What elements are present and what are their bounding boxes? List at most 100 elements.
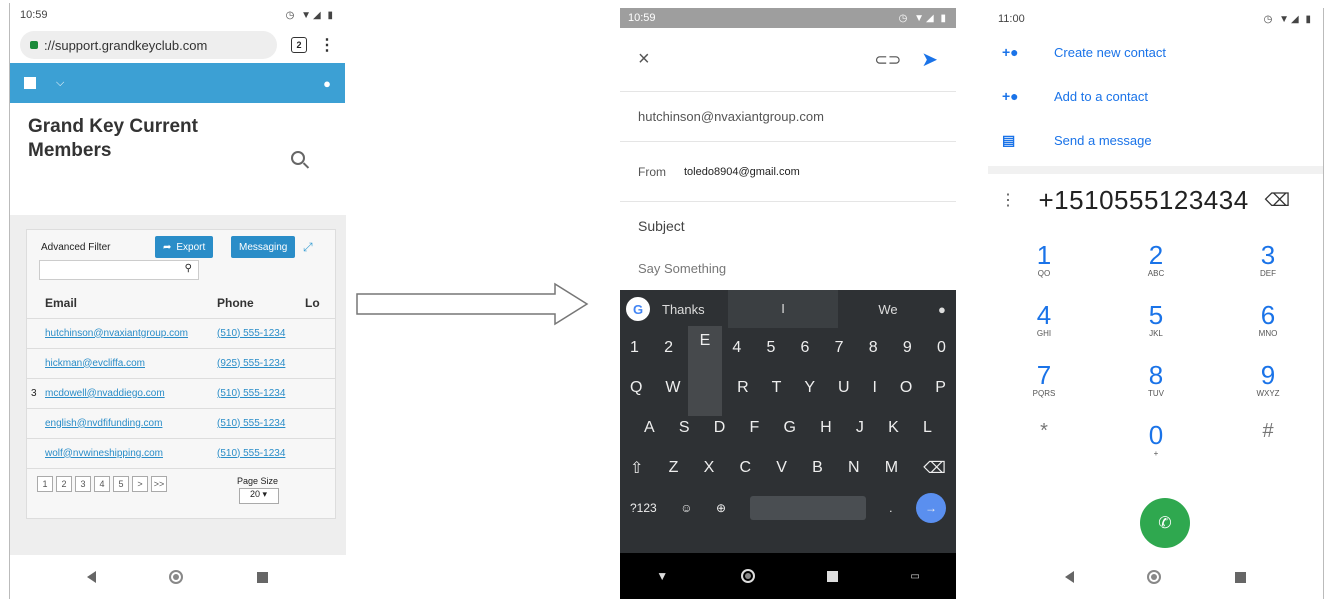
key[interactable]: K <box>888 419 899 437</box>
call-button[interactable]: ✆ <box>1140 498 1190 548</box>
send-icon[interactable]: ➤ <box>921 47 938 72</box>
page-button[interactable]: 5 <box>113 476 129 492</box>
symbols-key[interactable]: ?123 <box>630 501 657 515</box>
key[interactable]: A <box>644 419 655 437</box>
phone-link[interactable]: (510) 555-1234 <box>213 318 301 349</box>
close-icon[interactable]: × <box>638 48 650 71</box>
key[interactable]: 9 <box>903 339 912 357</box>
page-button[interactable]: 4 <box>94 476 110 492</box>
key[interactable]: T <box>772 379 782 397</box>
emoji-key[interactable]: ☺ <box>680 501 692 515</box>
home-icon[interactable] <box>169 570 184 584</box>
key[interactable]: X <box>704 459 715 477</box>
dial-key[interactable]: 4 GHI <box>988 300 1100 360</box>
email-link[interactable]: hutchinson@nvaxiantgroup.com <box>41 318 213 349</box>
home-icon[interactable] <box>740 569 755 583</box>
chevron-down-icon[interactable]: ⌵ <box>56 77 64 90</box>
delete-key[interactable]: ⌫ <box>923 458 946 478</box>
key[interactable]: I <box>872 379 876 397</box>
dial-key[interactable]: 0 + <box>1100 420 1212 480</box>
dial-key[interactable]: 3 DEF <box>1212 240 1324 300</box>
back-icon[interactable] <box>86 571 96 583</box>
key[interactable]: C <box>739 459 751 477</box>
enter-key[interactable]: → <box>915 493 946 523</box>
export-button[interactable]: ➦ Export <box>155 236 214 258</box>
keyboard-switch-icon[interactable]: ▭ <box>910 571 919 582</box>
key[interactable]: M <box>885 459 898 477</box>
dial-key[interactable]: 2 ABC <box>1100 240 1212 300</box>
filter-input[interactable]: ⚲ <box>39 260 199 280</box>
key[interactable]: H <box>820 419 832 437</box>
grid-icon[interactable] <box>24 77 36 89</box>
page-button[interactable]: 1 <box>37 476 53 492</box>
key[interactable]: 1 <box>630 339 639 357</box>
suggestion[interactable]: We <box>838 302 938 317</box>
back-icon[interactable] <box>1064 571 1074 583</box>
email-link[interactable]: english@nvdfifunding.com <box>41 408 213 439</box>
dial-key[interactable]: 5 JKL <box>1100 300 1212 360</box>
number-display[interactable]: ⋮ +1510555123434 ⌫ <box>988 174 1323 226</box>
key[interactable]: 4 <box>732 339 741 357</box>
key[interactable]: J <box>856 419 864 437</box>
key[interactable]: L <box>923 419 932 437</box>
expand-icon[interactable]: ⤢ <box>303 240 313 255</box>
create-contact-item[interactable]: +● Create new contact <box>988 30 1323 74</box>
more-menu-icon[interactable]: ⋮ <box>1000 190 1017 210</box>
body-field[interactable]: Say Something <box>620 250 956 286</box>
mic-icon[interactable]: ● <box>938 302 946 317</box>
phone-link[interactable]: (510) 555-1234 <box>213 378 301 409</box>
phone-link[interactable]: (925) 555-1234 <box>213 348 301 379</box>
dial-key[interactable]: 7 PQRS <box>988 360 1100 420</box>
subject-field[interactable]: Subject <box>620 202 956 250</box>
dial-key[interactable]: 1 QO <box>988 240 1100 300</box>
key[interactable]: 8 <box>869 339 878 357</box>
search-icon[interactable] <box>291 151 305 165</box>
suggestion[interactable]: Thanks <box>658 302 728 317</box>
phone-link[interactable]: (510) 555-1234 <box>213 438 301 469</box>
key[interactable]: Z <box>669 459 679 477</box>
key[interactable]: W <box>665 379 680 397</box>
key[interactable]: 2 <box>664 339 673 357</box>
col-phone[interactable]: Phone <box>213 288 301 319</box>
dial-key[interactable]: 6 MNO <box>1212 300 1324 360</box>
next-page-button[interactable]: > <box>132 476 148 492</box>
key[interactable]: U <box>838 379 850 397</box>
email-link[interactable]: hickman@evcliffa.com <box>41 348 213 379</box>
tab-switcher-button[interactable]: 2 <box>291 37 307 53</box>
email-link[interactable]: wolf@nvwineshipping.com <box>41 438 213 469</box>
key[interactable]: V <box>776 459 787 477</box>
dial-key[interactable]: # <box>1212 420 1324 480</box>
google-icon[interactable]: G <box>626 297 650 321</box>
url-bar[interactable]: ://support.grandkeyclub.com <box>20 31 277 59</box>
key[interactable]: 5 <box>766 339 775 357</box>
back-icon[interactable]: ▼ <box>656 569 668 583</box>
key[interactable]: N <box>848 459 860 477</box>
dial-key[interactable]: 8 TUV <box>1100 360 1212 420</box>
page-button[interactable]: 2 <box>56 476 72 492</box>
page-button[interactable]: 3 <box>75 476 91 492</box>
period-key[interactable]: . <box>889 501 892 515</box>
space-bar[interactable] <box>749 496 866 520</box>
key[interactable]: 6 <box>801 339 810 357</box>
recents-icon[interactable] <box>257 571 269 583</box>
suggestion[interactable]: I <box>728 290 838 328</box>
key[interactable]: 7 <box>835 339 844 357</box>
key[interactable]: 0 <box>937 339 946 357</box>
recents-icon[interactable] <box>826 570 838 582</box>
key[interactable]: R <box>737 379 749 397</box>
col-lo[interactable]: Lo <box>301 288 335 319</box>
key[interactable]: Y <box>804 379 815 397</box>
col-email[interactable]: Email <box>41 288 213 319</box>
key[interactable]: G <box>784 419 796 437</box>
dial-key[interactable]: * <box>988 420 1100 480</box>
dial-key[interactable]: 9 WXYZ <box>1212 360 1324 420</box>
shift-key[interactable]: ⇧ <box>630 458 643 478</box>
key[interactable]: P <box>935 379 946 397</box>
messaging-button[interactable]: Messaging <box>231 236 296 258</box>
key[interactable]: B <box>812 459 823 477</box>
key[interactable]: Q <box>630 379 642 397</box>
home-icon[interactable] <box>1147 570 1162 584</box>
backspace-icon[interactable]: ⌫ <box>1265 190 1291 211</box>
last-page-button[interactable]: >> <box>151 476 167 492</box>
phone-link[interactable]: (510) 555-1234 <box>213 408 301 439</box>
